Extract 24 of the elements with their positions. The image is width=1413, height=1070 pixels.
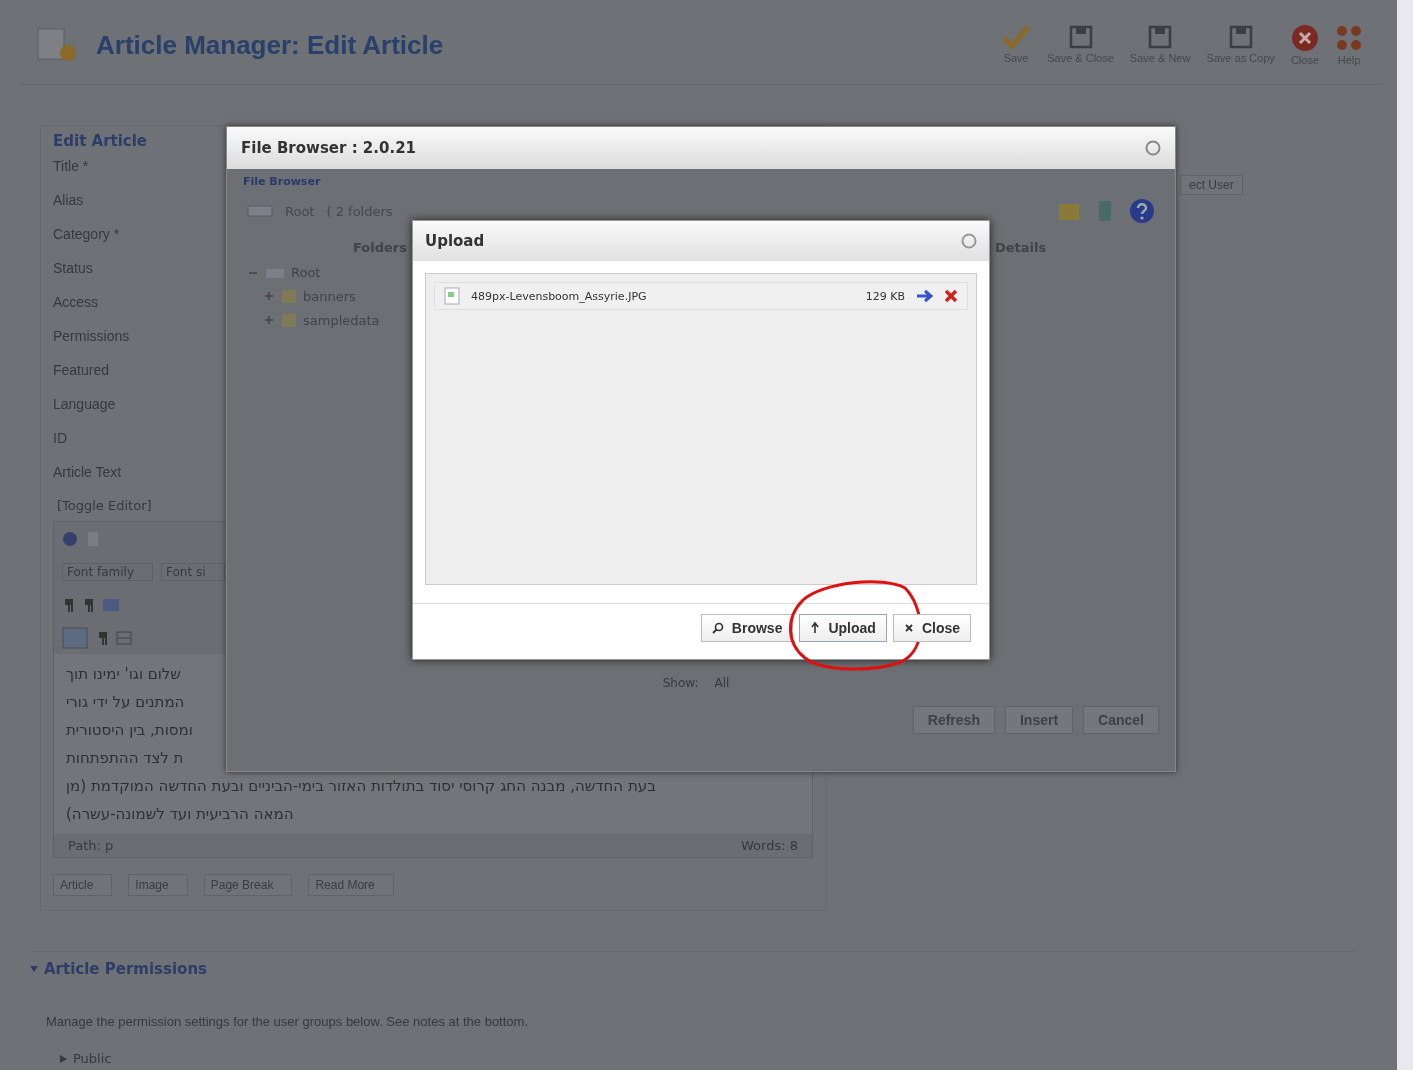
field-label: Title * <box>53 158 89 176</box>
text-line: בעת החדשה, מבנה החג קרוסי יסוד בתולדות האזור בימי-הביניים ובעת החדשה המוקדמת (מן <box>66 776 656 797</box>
text-line: המאה הרביעית ועד לשמונה-עשרה) <box>66 804 294 825</box>
field-label: Language <box>53 396 116 414</box>
field-label: Access <box>53 294 99 312</box>
panel-legend: Edit Article <box>53 132 148 150</box>
field-label: Permissions <box>53 328 130 346</box>
section-description: Manage the permission settings for the user groups below. See notes at the bottom. <box>46 1014 529 1029</box>
field-label: Featured <box>53 362 110 380</box>
text-line: ומסות, בין היסטורית <box>66 720 193 741</box>
text-line: שלום וגו' ימינו תוך <box>66 664 181 685</box>
panel-legend: File Browser <box>243 175 1159 188</box>
dialog-title: File Browser : 2.0.21 <box>241 139 416 157</box>
field-label: Status <box>53 260 93 278</box>
page-title: Article Manager: Edit Article <box>96 29 445 61</box>
field-label: Alias <box>53 192 84 210</box>
field-label: Category * <box>53 226 120 244</box>
dialog-title: Upload <box>425 232 485 250</box>
file-name: 489px-Levensboom_Assyrie.JPG <box>471 289 648 303</box>
text-line: ת לצד ההתפתחות <box>66 748 184 769</box>
text-line: המתנים על ידי גורי <box>66 692 185 713</box>
field-label: Article Text <box>53 464 122 482</box>
field-label: ID <box>53 430 67 448</box>
file-size: 129 KB <box>865 289 905 303</box>
